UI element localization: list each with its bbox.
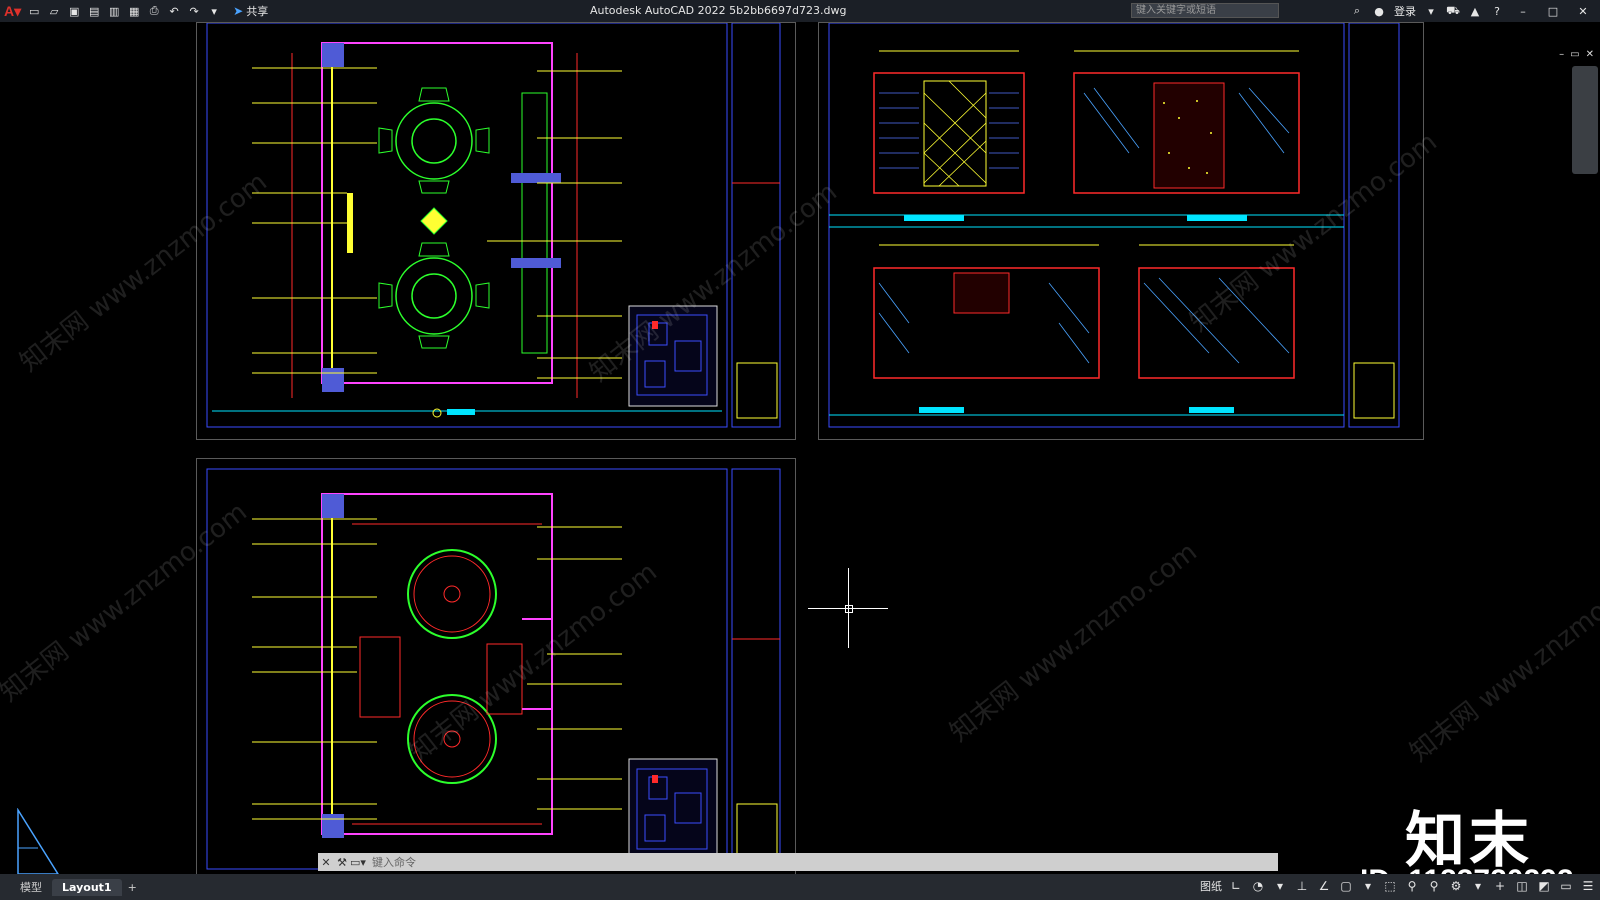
minimize-button[interactable]: – xyxy=(1512,5,1534,18)
viewport-controls: – ▭ ✕ xyxy=(1559,49,1594,60)
add-layout-button[interactable]: + xyxy=(122,881,143,894)
cursor-crosshair xyxy=(808,568,888,648)
clean-screen-icon[interactable]: ▭ xyxy=(1558,878,1574,894)
ucs-icon xyxy=(17,808,60,875)
watermark: 知末网 www.znzmo.com xyxy=(1404,556,1600,768)
login-button[interactable]: 登录 xyxy=(1394,3,1416,19)
annotation-scale-icon[interactable]: ⚲ xyxy=(1404,878,1420,894)
paper-space-toggle[interactable]: 图纸 xyxy=(1200,878,1222,894)
sheet-floor-plan-1[interactable] xyxy=(196,22,796,440)
tab-model[interactable]: 模型 xyxy=(10,877,52,897)
autocad-logo-icon[interactable]: A▾ xyxy=(4,3,21,20)
quick-access-toolbar: A▾ ▭ ▱ ▣ ▤ ▥ ▦ ⎙ ↶ ↷ ▾ ➤ 共享 xyxy=(0,3,268,20)
chevron-down-icon[interactable]: ▾ xyxy=(1470,878,1486,894)
search-icon[interactable]: ⌕ xyxy=(1350,4,1364,18)
autodesk-app-icon[interactable]: ▲ xyxy=(1468,4,1482,18)
object-snap-icon[interactable]: ▢ xyxy=(1338,878,1354,894)
command-line: ✕ ⚒ ▭▾ 键入命令 xyxy=(318,853,1278,871)
print-icon[interactable]: ⎙ xyxy=(147,4,161,18)
cart-icon[interactable]: ⛟ xyxy=(1446,4,1460,18)
drawing-canvas[interactable]: 知末网 www.znzmo.com 知末网 www.znzmo.com 知末网 … xyxy=(0,22,1600,897)
customize-dropdown-icon[interactable]: ▾ xyxy=(207,4,221,18)
annotation-visibility-icon[interactable]: ⚲ xyxy=(1426,878,1442,894)
floor-plan-1-drawing xyxy=(206,23,781,428)
tab-layout1[interactable]: Layout1 xyxy=(52,878,122,896)
share-button[interactable]: ➤ 共享 xyxy=(233,3,268,19)
close-button[interactable]: ✕ xyxy=(1572,5,1594,18)
search-input[interactable]: 键入关键字或短语 xyxy=(1131,3,1279,18)
undo-icon[interactable]: ↶ xyxy=(167,4,181,18)
new-file-icon[interactable]: ▭ xyxy=(27,4,41,18)
status-tools: 图纸 ∟ ◔ ▾ ⊥ ∠ ▢ ▾ ⬚ ⚲ ⚲ ⚙ ▾ + ◫ ◩ ▭ ☰ xyxy=(1200,878,1596,894)
window-title: Autodesk AutoCAD 2022 5b2bb6697d723.dwg xyxy=(590,4,847,17)
command-input[interactable]: 键入命令 xyxy=(372,854,416,870)
save-icon[interactable]: ▣ xyxy=(67,4,81,18)
selection-cycling-icon[interactable]: ⬚ xyxy=(1382,878,1398,894)
viewport-minimize-icon[interactable]: – xyxy=(1559,49,1564,60)
chevron-down-icon[interactable]: ▾ xyxy=(1272,878,1288,894)
polar-tracking-icon[interactable]: ∠ xyxy=(1316,878,1332,894)
share-plane-icon: ➤ xyxy=(233,4,244,18)
title-bar: A▾ ▭ ▱ ▣ ▤ ▥ ▦ ⎙ ↶ ↷ ▾ ➤ 共享 Autodesk Aut… xyxy=(0,0,1600,22)
watermark: 知末网 www.znzmo.com xyxy=(944,536,1203,748)
viewport-restore-icon[interactable]: ▭ xyxy=(1570,49,1579,60)
isolate-objects-icon[interactable]: ◫ xyxy=(1514,878,1530,894)
hardware-acceleration-icon[interactable]: ◩ xyxy=(1536,878,1552,894)
command-history-icon[interactable]: ▭▾ xyxy=(350,856,366,869)
maximize-button[interactable]: □ xyxy=(1542,5,1564,18)
workspace-gear-icon[interactable]: ⚙ xyxy=(1448,878,1464,894)
redo-icon[interactable]: ↷ xyxy=(187,4,201,18)
save-as-icon[interactable]: ▤ xyxy=(87,4,101,18)
user-icon[interactable]: ● xyxy=(1372,4,1386,18)
ortho-icon[interactable]: ⊥ xyxy=(1294,878,1310,894)
viewport-close-icon[interactable]: ✕ xyxy=(1586,49,1594,60)
chevron-down-icon[interactable]: ▾ xyxy=(1360,878,1376,894)
chevron-down-icon[interactable]: ▾ xyxy=(1424,4,1438,18)
customize-menu-icon[interactable]: ☰ xyxy=(1580,878,1596,894)
close-icon[interactable]: ✕ xyxy=(318,856,334,869)
plus-icon[interactable]: + xyxy=(1492,878,1508,894)
navigation-bar[interactable] xyxy=(1572,66,1598,174)
status-bar: 模型 Layout1 + 图纸 ∟ ◔ ▾ ⊥ ∠ ▢ ▾ ⬚ ⚲ ⚲ ⚙ ▾ … xyxy=(0,874,1600,900)
title-bar-right: ⌕ ● 登录 ▾ ⛟ ▲ ? – □ ✕ xyxy=(1350,0,1600,22)
help-icon[interactable]: ? xyxy=(1490,4,1504,18)
publish-icon[interactable]: ▥ xyxy=(107,4,121,18)
snap-mode-icon[interactable]: ∟ xyxy=(1228,878,1244,894)
wrench-icon[interactable]: ⚒ xyxy=(334,856,350,869)
open-folder-icon[interactable]: ▱ xyxy=(47,4,61,18)
share-label: 共享 xyxy=(246,5,269,18)
plot-preview-icon[interactable]: ▦ xyxy=(127,4,141,18)
dynamic-ucs-icon[interactable]: ◔ xyxy=(1250,878,1266,894)
